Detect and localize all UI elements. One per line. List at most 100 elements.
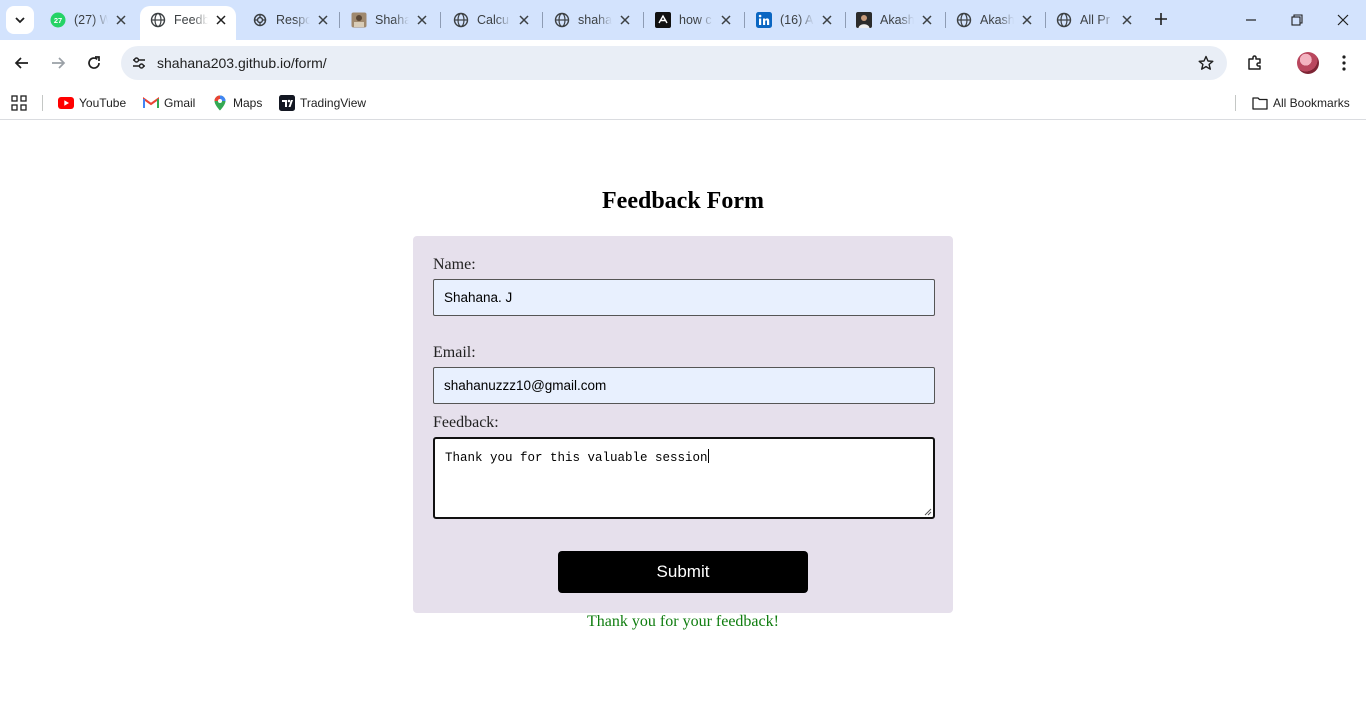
tab-github[interactable]: how c — [645, 6, 741, 34]
tab-akash-profile[interactable]: Akash — [846, 6, 942, 34]
folder-icon — [1252, 95, 1268, 111]
feedback-textarea[interactable]: Thank you for this valuable session — [433, 437, 935, 519]
resize-grip-icon[interactable] — [924, 508, 932, 516]
tab-title: Akash — [980, 13, 1014, 27]
browser-menu-button[interactable] — [1330, 49, 1358, 77]
tab-linkedin[interactable]: (16) A — [746, 6, 842, 34]
back-button[interactable] — [8, 49, 36, 77]
tab-title: (27) W — [74, 13, 108, 27]
submit-button[interactable]: Submit — [558, 551, 808, 593]
bookmarks-separator — [42, 95, 43, 111]
maps-icon — [212, 95, 228, 111]
close-icon[interactable] — [1020, 13, 1034, 27]
all-bookmarks-button[interactable]: All Bookmarks — [1252, 92, 1350, 114]
tab-separator — [440, 12, 441, 28]
close-icon[interactable] — [1120, 13, 1134, 27]
apps-grid-icon — [11, 95, 27, 111]
email-input[interactable]: shahanuzzz10@gmail.com — [433, 367, 935, 404]
restore-button[interactable] — [1274, 0, 1320, 40]
new-tab-button[interactable] — [1150, 8, 1172, 30]
close-icon[interactable] — [618, 13, 632, 27]
email-label: Email: — [433, 344, 476, 361]
close-icon[interactable] — [820, 13, 834, 27]
tab-separator — [643, 12, 644, 28]
tab-title: shaha — [578, 13, 612, 27]
tab-feedback-active[interactable]: Feedb — [140, 6, 236, 40]
tab-akash[interactable]: Akash — [946, 6, 1042, 34]
arrow-left-icon — [14, 57, 28, 69]
tab-title: (16) A — [780, 13, 814, 27]
url-text[interactable]: shahana203.github.io/form/ — [157, 55, 327, 71]
close-icon[interactable] — [517, 13, 531, 27]
bookmark-star-icon[interactable] — [1197, 54, 1215, 72]
tab-title: how c — [679, 13, 712, 27]
tab-strip: 27 (27) W Feedb Respo Shaha Calcu shaha … — [0, 0, 1366, 40]
page-content: Feedback Form Name: Shahana. J Email: sh… — [0, 121, 1366, 720]
close-icon[interactable] — [316, 13, 330, 27]
globe-icon — [956, 12, 972, 28]
profile-button[interactable] — [1294, 49, 1322, 77]
bookmark-gmail[interactable]: Gmail — [143, 92, 195, 114]
tab-whatsapp[interactable]: 27 (27) W — [40, 6, 136, 34]
tab-search-button[interactable] — [6, 6, 34, 34]
tab-title: Shaha — [375, 13, 409, 27]
linkedin-icon — [756, 12, 772, 28]
bookmark-label: TradingView — [300, 96, 367, 110]
bookmark-label: Gmail — [164, 96, 196, 110]
reload-button[interactable] — [80, 49, 108, 77]
globe-icon — [150, 12, 166, 28]
close-icon[interactable] — [920, 13, 934, 27]
globe-icon — [554, 12, 570, 28]
youtube-icon — [58, 95, 74, 111]
tab-title: Akash — [880, 13, 914, 27]
minimize-button[interactable] — [1228, 0, 1274, 40]
more-vertical-icon — [1342, 55, 1346, 71]
reload-icon — [88, 56, 100, 69]
tab-separator — [542, 12, 543, 28]
tab-separator — [744, 12, 745, 28]
whatsapp-badge: 27 — [54, 16, 62, 25]
close-icon[interactable] — [114, 13, 128, 27]
profile-photo-icon — [856, 12, 872, 28]
window-close-button[interactable] — [1320, 0, 1366, 40]
tab-photo[interactable]: Shaha — [341, 6, 437, 34]
name-input[interactable]: Shahana. J — [433, 279, 935, 316]
bookmark-maps[interactable]: Maps — [212, 92, 262, 114]
extensions-button[interactable] — [1241, 49, 1269, 77]
browser-toolbar: shahana203.github.io/form/ — [0, 40, 1366, 86]
close-icon — [1337, 14, 1349, 26]
openai-icon — [252, 12, 268, 28]
tab-shahana[interactable]: shaha — [544, 6, 640, 34]
photo-icon — [351, 12, 367, 28]
all-bookmarks-label: All Bookmarks — [1273, 96, 1350, 110]
restore-icon — [1291, 14, 1303, 26]
tab-openai[interactable]: Respo — [242, 6, 338, 34]
address-bar[interactable]: shahana203.github.io/form/ — [121, 46, 1227, 80]
plus-icon — [1155, 13, 1167, 25]
bookmark-label: Maps — [233, 96, 263, 110]
close-icon[interactable] — [214, 13, 228, 27]
name-label: Name: — [433, 256, 476, 273]
tab-calculator[interactable]: Calcu — [443, 6, 539, 34]
close-icon[interactable] — [719, 13, 733, 27]
tradingview-icon — [279, 95, 295, 111]
feedback-label: Feedback: — [433, 414, 499, 431]
close-icon[interactable] — [415, 13, 429, 27]
forward-button[interactable] — [44, 49, 72, 77]
page-title: Feedback Form — [602, 188, 764, 214]
success-message: Thank you for your feedback! — [587, 613, 779, 630]
bookmark-youtube[interactable]: YouTube — [58, 92, 126, 114]
bookmark-tradingview[interactable]: TradingView — [279, 92, 366, 114]
feedback-text: Thank you for this valuable session — [445, 451, 708, 465]
tab-separator — [339, 12, 340, 28]
site-info-icon[interactable] — [129, 53, 149, 73]
minimize-icon — [1246, 19, 1256, 21]
tab-title: Feedb — [174, 13, 208, 27]
chevron-down-icon — [15, 17, 25, 24]
bookmarks-bar: YouTube Gmail Maps TradingView All Bookm… — [0, 86, 1366, 120]
feedback-form: Name: Shahana. J Email: shahanuzzz10@gma… — [413, 236, 953, 613]
globe-icon — [453, 12, 469, 28]
apps-button[interactable] — [11, 92, 27, 114]
puzzle-icon — [1248, 55, 1261, 70]
tab-all-projects[interactable]: All Pr — [1046, 6, 1142, 34]
